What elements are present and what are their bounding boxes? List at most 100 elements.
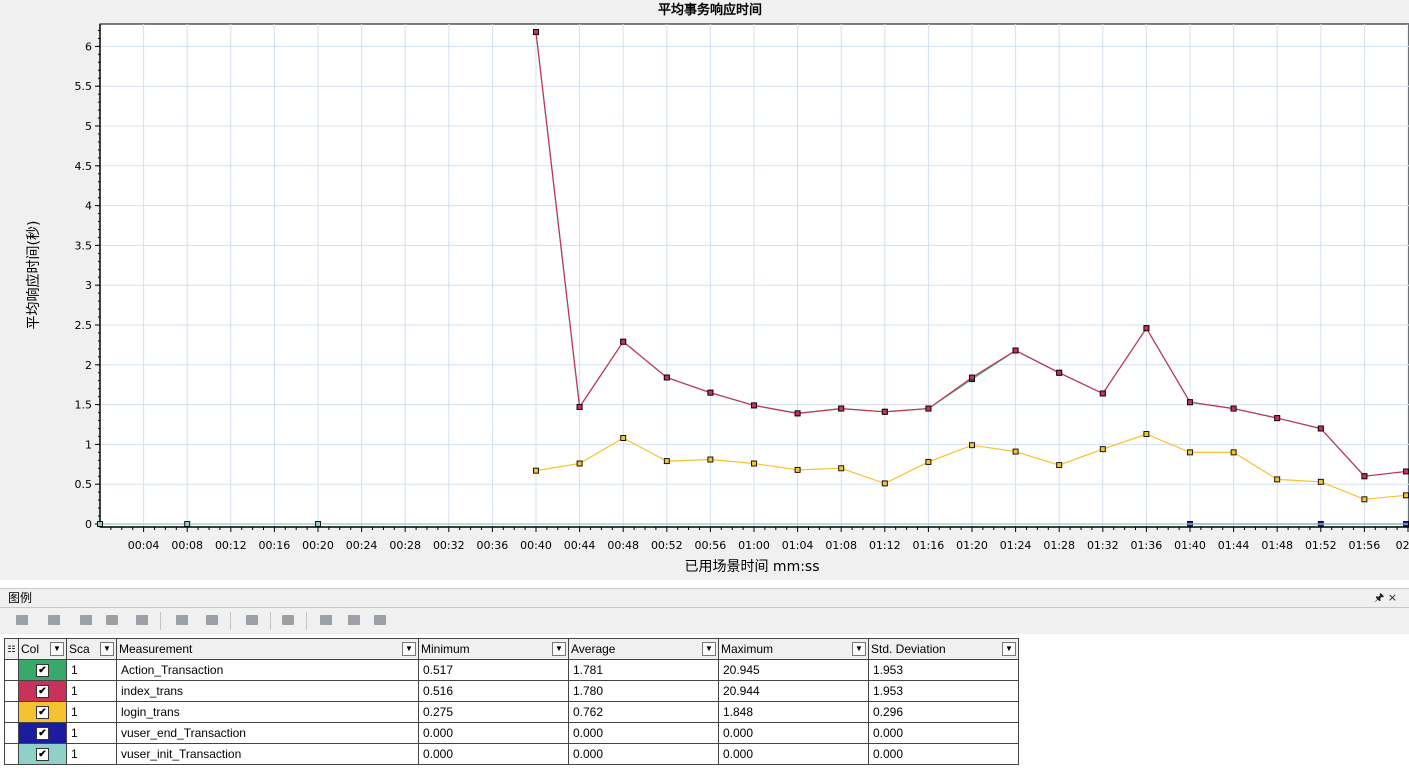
legend-panel-header: 图例 🖈 ×	[0, 588, 1409, 608]
toolbar-button-11[interactable]	[346, 613, 362, 627]
toolbar-button-3[interactable]	[78, 613, 94, 627]
row-selector[interactable]	[4, 680, 19, 702]
toolbar-separator	[270, 612, 271, 630]
col-column-header[interactable]: Col ▼	[18, 638, 67, 660]
data-point	[794, 466, 801, 473]
dropdown-icon[interactable]: ▼	[552, 642, 566, 656]
minimum-cell: 0.000	[418, 743, 569, 765]
checkbox[interactable]: ✔	[36, 706, 49, 719]
x-tick-label: 01:00	[738, 539, 770, 552]
y-tick-label: 0	[85, 518, 92, 531]
color-swatch[interactable]: ✔	[18, 722, 67, 744]
average-header-label: Average	[571, 642, 616, 656]
checkbox[interactable]: ✔	[36, 727, 49, 740]
legend-row[interactable]: ✔ 1 Action_Transaction 0.517 1.781 20.94…	[4, 659, 1019, 681]
dropdown-icon[interactable]: ▼	[50, 642, 64, 656]
data-point	[969, 442, 975, 449]
scale-cell: 1	[66, 743, 117, 765]
minimum-column-header[interactable]: Minimum ▼	[418, 638, 569, 660]
legend-row[interactable]: ✔ 1 vuser_end_Transaction 0.000 0.000 0.…	[4, 722, 1019, 744]
measurement-column-header[interactable]: Measurement ▼	[116, 638, 419, 660]
data-point	[751, 402, 757, 409]
toolbar-button-5[interactable]	[134, 613, 150, 627]
data-point	[707, 389, 714, 396]
data-point	[707, 456, 714, 463]
legend-header-row: ☷ Col ▼ Sca ▼ Measurement ▼ Minimum ▼ Averag…	[4, 638, 1019, 660]
toolbar-button-4[interactable]	[104, 613, 120, 627]
toolbar-button-9[interactable]	[280, 613, 296, 627]
dropdown-icon[interactable]: ▼	[852, 642, 866, 656]
color-swatch[interactable]: ✔	[18, 680, 67, 702]
link-icon	[106, 615, 118, 625]
data-point	[1143, 325, 1150, 332]
average-column-header[interactable]: Average ▼	[568, 638, 719, 660]
scale-column-header[interactable]: Sca ▼	[66, 638, 117, 660]
maximum-cell: 20.945	[718, 659, 869, 681]
color-swatch[interactable]: ✔	[18, 743, 67, 765]
data-point	[97, 521, 103, 527]
x-tick-label: 01:24	[1000, 539, 1032, 552]
table-icon	[176, 615, 188, 625]
row-selector[interactable]	[4, 659, 19, 681]
data-point	[751, 460, 757, 467]
data-point	[533, 467, 539, 474]
toolbar-separator	[160, 612, 161, 630]
legend-row[interactable]: ✔ 1 index_trans 0.516 1.780 20.944 1.953	[4, 680, 1019, 702]
pin-icon[interactable]: 🖈 ×	[1374, 589, 1397, 607]
minus-icon	[348, 615, 360, 625]
stddev-column-header[interactable]: Std. Deviation ▼	[868, 638, 1019, 660]
data-point	[576, 460, 583, 467]
toolbar-button-8[interactable]	[244, 613, 260, 627]
legend-row[interactable]: ✔ 1 vuser_init_Transaction 0.000 0.000 0…	[4, 743, 1019, 765]
x-tick-label: 01:44	[1218, 539, 1250, 552]
y-tick-label: 3	[85, 279, 92, 292]
checkbox[interactable]: ✔	[36, 664, 49, 677]
x-tick-label: 01:40	[1174, 539, 1206, 552]
toolbar-button-12[interactable]	[372, 613, 388, 627]
scale-cell: 1	[66, 659, 117, 681]
data-point	[969, 374, 975, 381]
x-tick-label: 00:52	[651, 539, 683, 552]
toolbar-button-6[interactable]	[174, 613, 190, 627]
table-icon	[206, 615, 218, 625]
line-chart: 平均事务响应时间 00:04 00:08 00:12 00:16 00:20 00:24 0…	[25, 2, 1409, 575]
x-tick-label: 00:44	[564, 539, 596, 552]
average-cell: 0.000	[568, 722, 719, 744]
dropdown-icon[interactable]: ▼	[702, 642, 716, 656]
maximum-column-header[interactable]: Maximum ▼	[718, 638, 869, 660]
row-selector[interactable]	[4, 701, 19, 723]
checkbox[interactable]: ✔	[36, 748, 49, 761]
legend-table: ☷ Col ▼ Sca ▼ Measurement ▼ Minimum ▼ Averag…	[4, 638, 1019, 765]
data-point	[184, 521, 191, 527]
toolbar-button-10[interactable]	[318, 613, 334, 627]
maximum-cell: 0.000	[718, 743, 869, 765]
scale-cell: 1	[66, 680, 117, 702]
row-selector-header[interactable]: ☷	[4, 638, 19, 660]
dropdown-icon[interactable]: ▼	[100, 642, 114, 656]
x-tick-label: 01:12	[869, 539, 901, 552]
table-icon	[16, 615, 28, 625]
minimum-cell: 0.517	[418, 659, 569, 681]
data-point	[838, 465, 845, 472]
data-point	[838, 405, 845, 412]
dropdown-icon[interactable]: ▼	[1002, 642, 1016, 656]
data-point	[1143, 431, 1150, 438]
toolbar-button-7[interactable]	[204, 613, 220, 627]
y-tick-label: 5.5	[75, 80, 93, 93]
toolbar-button-2[interactable]	[46, 613, 62, 627]
data-point	[881, 480, 888, 487]
columns-icon	[282, 615, 294, 625]
x-tick-label: 02:0	[1396, 539, 1409, 552]
toolbar-button-1[interactable]	[14, 613, 30, 627]
color-swatch[interactable]: ✔	[18, 659, 67, 681]
data-point	[1317, 478, 1324, 485]
row-selector[interactable]	[4, 722, 19, 744]
color-swatch[interactable]: ✔	[18, 701, 67, 723]
legend-row[interactable]: ✔ 1 login_trans 0.275 0.762 1.848 0.296	[4, 701, 1019, 723]
row-selector[interactable]	[4, 743, 19, 765]
average-cell: 0.000	[568, 743, 719, 765]
dropdown-icon[interactable]: ▼	[402, 642, 416, 656]
checkbox[interactable]: ✔	[36, 685, 49, 698]
x-tick-label: 01:28	[1043, 539, 1075, 552]
data-point	[1012, 448, 1019, 455]
